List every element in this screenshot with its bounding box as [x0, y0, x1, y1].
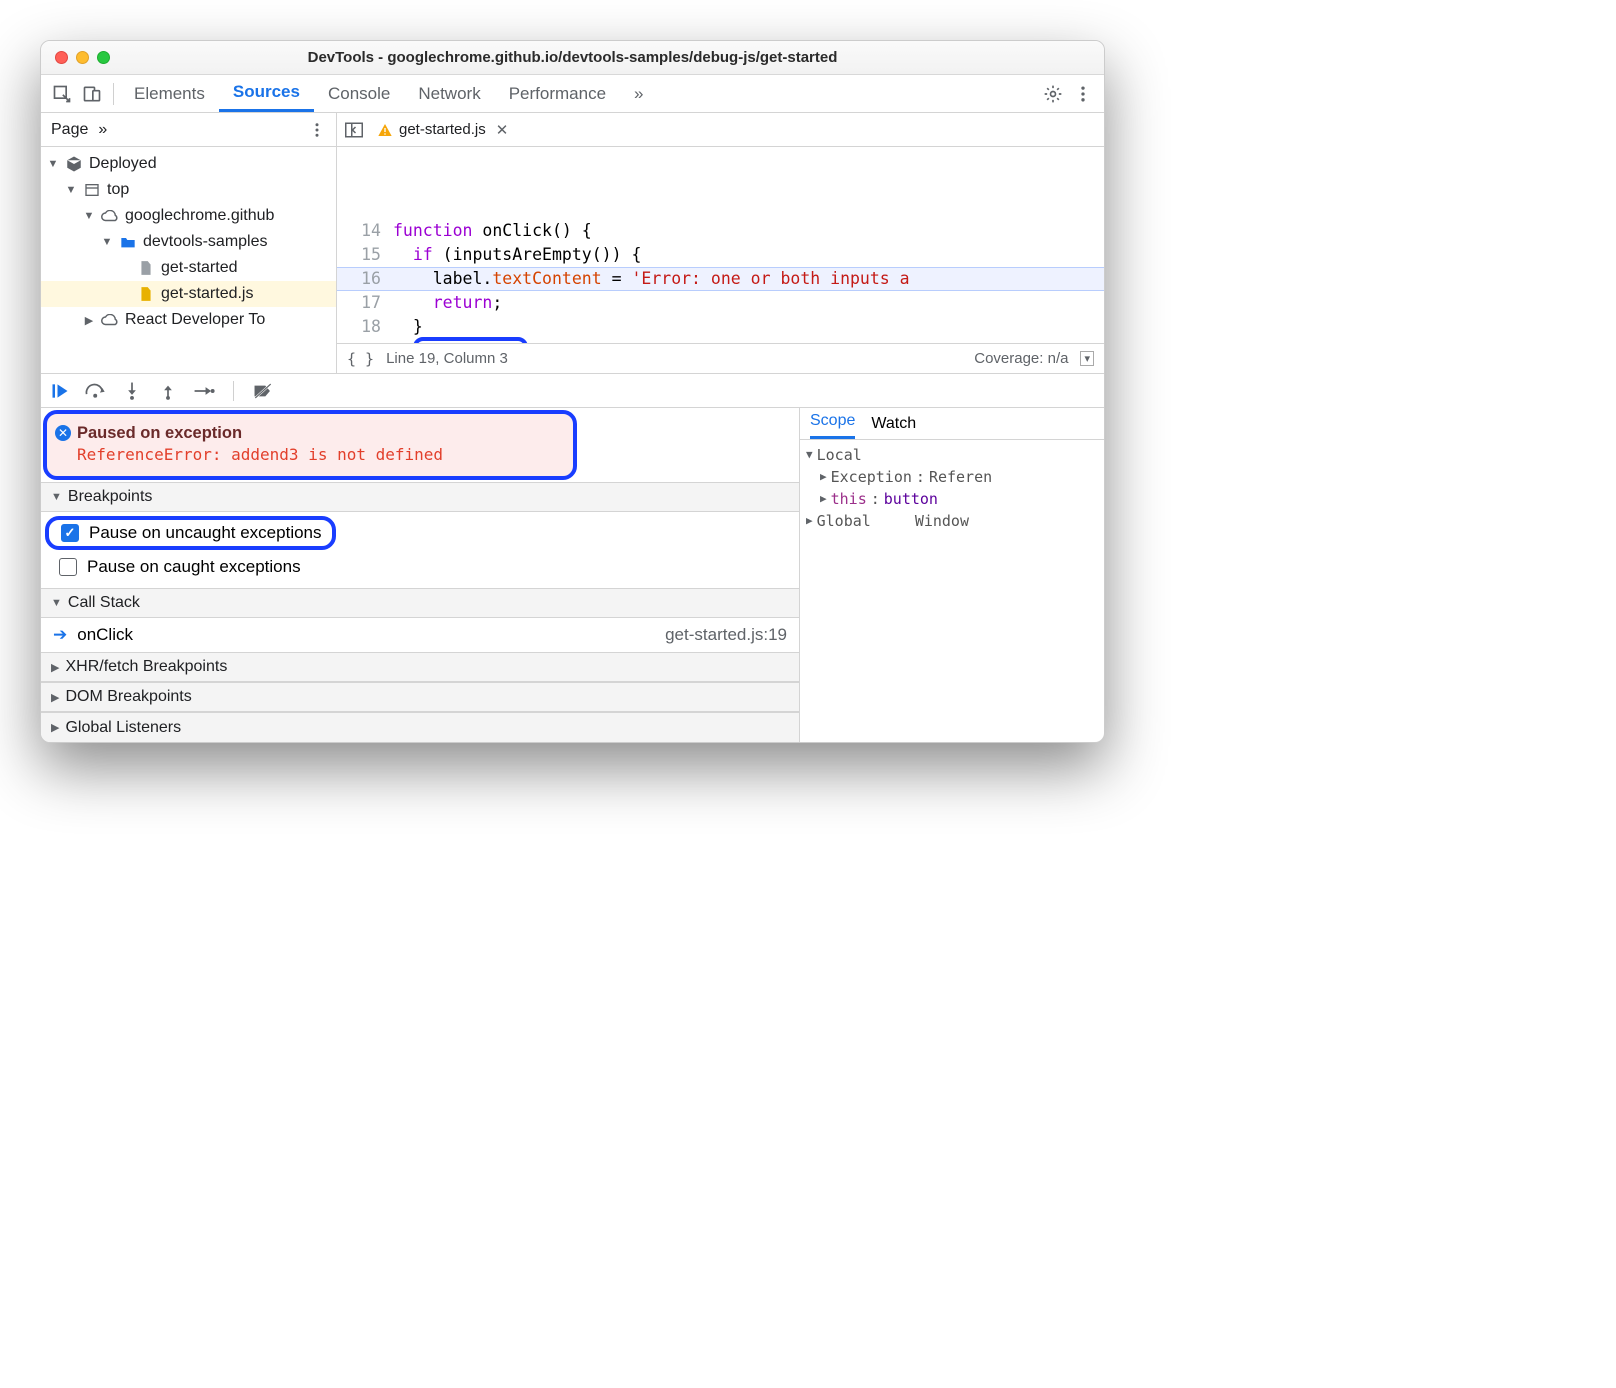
callstack-section-header[interactable]: ▼Call Stack — [41, 588, 799, 618]
tab-performance[interactable]: Performance — [495, 75, 620, 112]
file-tab[interactable]: get-started.js ✕ — [373, 121, 512, 139]
scope-local[interactable]: ▼Local — [806, 444, 1098, 466]
pause-caught-row[interactable]: Pause on caught exceptions — [41, 550, 799, 584]
navigator-tab-page[interactable]: Page — [51, 121, 88, 139]
navigator-tabs-overflow[interactable]: » — [98, 121, 107, 139]
breakpoints-section-header[interactable]: ▼Breakpoints — [41, 482, 799, 512]
navigator-more-icon[interactable] — [308, 121, 326, 139]
dom-breakpoints-header[interactable]: ▶DOM Breakpoints — [41, 682, 799, 712]
callstack-frame[interactable]: ➔ onClick get-started.js:19 — [41, 618, 799, 652]
tree-label: React Developer To — [125, 311, 265, 329]
tree-node[interactable]: ▼ top — [41, 177, 336, 203]
debugger-toolbar — [41, 373, 1104, 407]
document-icon — [137, 260, 155, 276]
script-icon — [137, 286, 155, 302]
section-title: Global Listeners — [65, 719, 181, 737]
deactivate-breakpoints-icon[interactable] — [252, 380, 274, 402]
tabs-overflow-button[interactable]: » — [620, 75, 657, 112]
scope-exception[interactable]: ▶Exception: Referen — [806, 466, 1098, 488]
navigator-sidebar: Page » ▼ Deployed ▼ — [41, 113, 337, 373]
main-toolbar: Elements Sources Console Network Perform… — [41, 75, 1104, 113]
coverage-dropdown-icon[interactable]: ▾ — [1080, 351, 1094, 366]
tree-label: googlechrome.github — [125, 207, 274, 225]
step-icon[interactable] — [193, 380, 215, 402]
info-icon: ✕ — [55, 425, 71, 441]
titlebar: DevTools - googlechrome.github.io/devtoo… — [41, 41, 1104, 75]
step-into-icon[interactable] — [121, 380, 143, 402]
editor-panel: get-started.js ✕ 14function onClick() {1… — [337, 113, 1104, 373]
frame-icon — [83, 182, 101, 198]
file-tree: ▼ Deployed ▼ top ▼ — [41, 147, 336, 337]
global-listeners-header[interactable]: ▶Global Listeners — [41, 712, 799, 742]
step-out-icon[interactable] — [157, 380, 179, 402]
toggle-navigator-icon[interactable] — [343, 119, 365, 141]
tab-sources[interactable]: Sources — [219, 75, 314, 112]
deployed-icon — [65, 155, 83, 173]
paused-message: ReferenceError: addend3 is not defined — [77, 445, 559, 464]
close-tab-icon[interactable]: ✕ — [496, 121, 509, 139]
section-title: XHR/fetch Breakpoints — [65, 658, 227, 676]
tab-scope[interactable]: Scope — [810, 406, 855, 439]
frame-name: onClick — [77, 625, 133, 645]
tree-node[interactable]: ▼ googlechrome.github — [41, 203, 336, 229]
scope-global[interactable]: ▶Global Window — [806, 510, 1098, 532]
cloud-icon — [101, 210, 119, 222]
frame-location: get-started.js:19 — [665, 625, 787, 645]
section-title: Breakpoints — [68, 488, 153, 506]
paused-title: Paused on exception — [77, 424, 559, 443]
paused-on-exception-banner: ✕ Paused on exception ReferenceError: ad… — [43, 410, 577, 480]
tab-network[interactable]: Network — [404, 75, 494, 112]
tree-label: devtools-samples — [143, 233, 268, 251]
scope-this[interactable]: ▶this: button — [806, 488, 1098, 510]
tree-node[interactable]: get-started — [41, 255, 336, 281]
section-title: DOM Breakpoints — [65, 688, 191, 706]
checkbox-unchecked-icon[interactable] — [59, 558, 77, 576]
code-editor[interactable]: 14function onClick() {15 if (inputsAreEm… — [337, 147, 1104, 343]
tree-label: get-started — [161, 259, 237, 277]
devtools-window: DevTools - googlechrome.github.io/devtoo… — [40, 40, 1105, 743]
tab-console[interactable]: Console — [314, 75, 404, 112]
tree-node[interactable]: ▼ devtools-samples — [41, 229, 336, 255]
file-tab-name: get-started.js — [399, 121, 486, 138]
tree-label: get-started.js — [161, 285, 253, 303]
debugger-left-pane: ✕ Paused on exception ReferenceError: ad… — [41, 408, 799, 742]
tab-elements[interactable]: Elements — [120, 75, 219, 112]
tree-label: top — [107, 181, 129, 199]
tree-node[interactable]: ▼ Deployed — [41, 151, 336, 177]
checkbox-label: Pause on caught exceptions — [87, 557, 301, 577]
tree-node-selected[interactable]: get-started.js — [41, 281, 336, 307]
xhr-breakpoints-header[interactable]: ▶XHR/fetch Breakpoints — [41, 652, 799, 682]
editor-status-bar: { } Line 19, Column 3 Coverage: n/a ▾ — [337, 343, 1104, 373]
step-over-icon[interactable] — [85, 380, 107, 402]
warning-icon — [377, 122, 393, 138]
cloud-icon — [101, 314, 119, 326]
resume-icon[interactable] — [49, 380, 71, 402]
tree-node[interactable]: ▶ React Developer To — [41, 307, 336, 333]
tab-watch[interactable]: Watch — [871, 409, 916, 439]
cursor-position: Line 19, Column 3 — [386, 350, 508, 367]
pretty-print-icon[interactable]: { } — [347, 350, 374, 368]
settings-icon[interactable] — [1038, 79, 1068, 109]
tree-label: Deployed — [89, 155, 157, 173]
section-title: Call Stack — [68, 594, 140, 612]
scope-watch-pane: Scope Watch ▼Local ▶Exception: Referen ▶… — [799, 408, 1104, 742]
checkbox-checked-icon[interactable] — [61, 524, 79, 542]
window-title: DevTools - googlechrome.github.io/devtoo… — [41, 49, 1104, 66]
folder-icon — [119, 235, 137, 249]
pause-uncaught-row[interactable]: Pause on uncaught exceptions — [45, 516, 336, 550]
current-frame-icon: ➔ — [53, 625, 67, 645]
coverage-label: Coverage: n/a — [974, 350, 1068, 367]
device-toggle-icon[interactable] — [77, 79, 107, 109]
more-menu-icon[interactable] — [1068, 79, 1098, 109]
inspect-element-icon[interactable] — [47, 79, 77, 109]
checkbox-label: Pause on uncaught exceptions — [89, 523, 322, 543]
